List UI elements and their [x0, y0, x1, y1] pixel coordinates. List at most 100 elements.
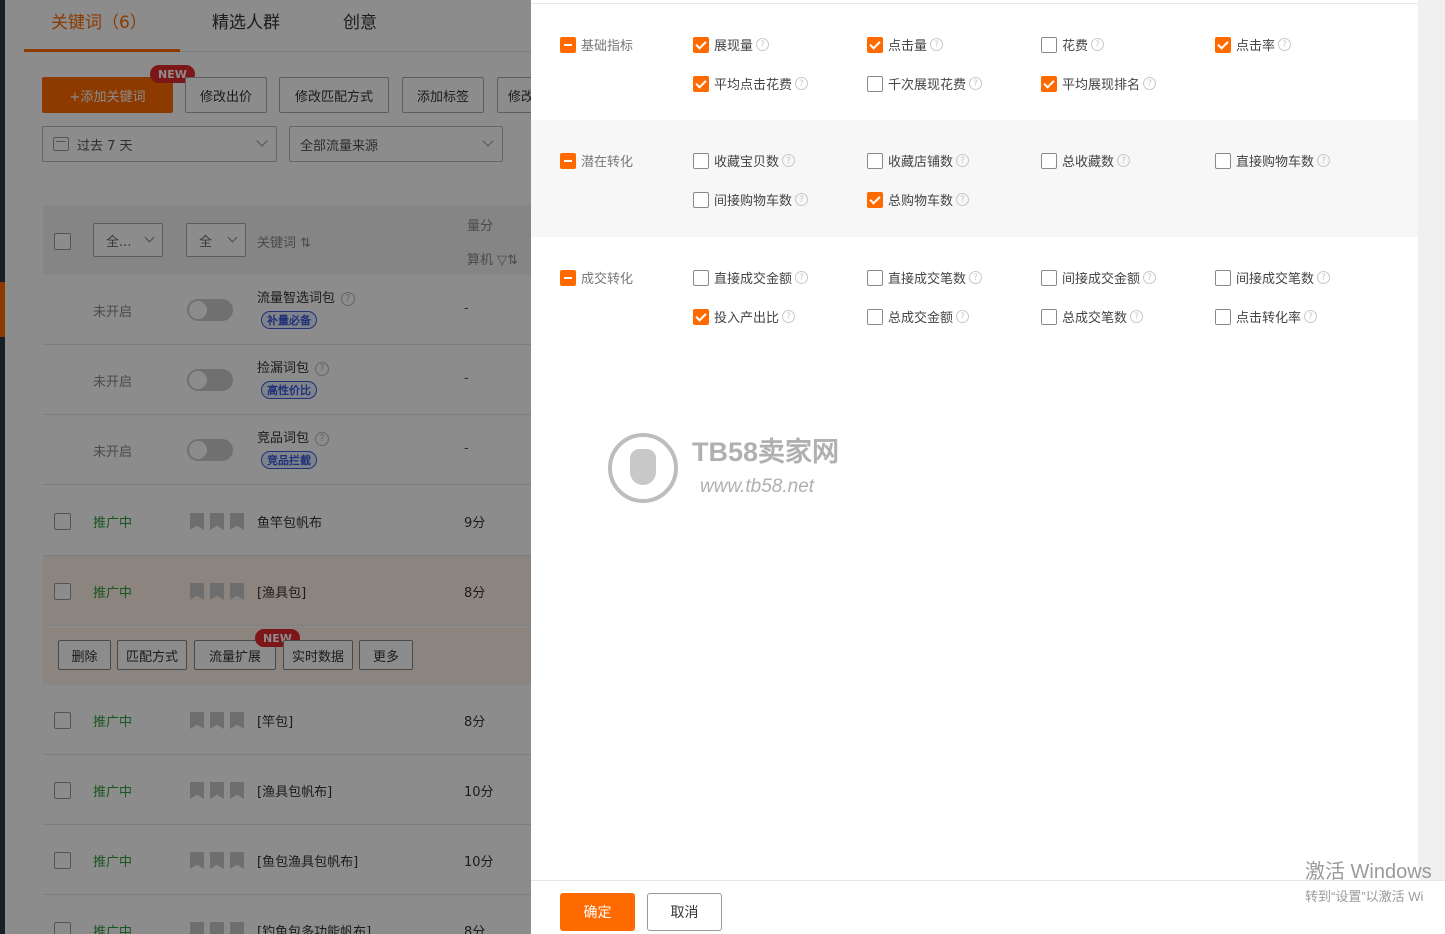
checkbox[interactable] — [1041, 152, 1057, 169]
option-direct-deal-count[interactable]: 直接成交笔数? — [867, 268, 983, 287]
option-label: 点击转化率 — [1236, 311, 1302, 326]
option-label: 直接成交金额 — [714, 272, 793, 287]
option-label: 总成交笔数 — [1062, 311, 1128, 326]
checkbox[interactable] — [693, 308, 709, 325]
checkbox[interactable] — [693, 75, 709, 92]
option-item-favorites[interactable]: 收藏宝贝数? — [693, 151, 796, 170]
option-total-favorites[interactable]: 总收藏数? — [1041, 151, 1131, 170]
section-toggle-deal[interactable]: 成交转化 — [560, 268, 633, 287]
section-toggle-basic[interactable]: 基础指标 — [560, 35, 633, 54]
option-label: 总购物车数 — [888, 194, 954, 209]
help-icon[interactable]: ? — [795, 77, 809, 90]
option-label: 间接成交笔数 — [1236, 272, 1315, 287]
help-icon[interactable]: ? — [969, 271, 983, 284]
section-toggle-potential[interactable]: 潜在转化 — [560, 151, 633, 170]
option-total-deal-amount[interactable]: 总成交金额? — [867, 307, 970, 326]
checkbox[interactable] — [867, 36, 883, 53]
option-label: 总成交金额 — [888, 311, 954, 326]
help-icon[interactable]: ? — [1117, 154, 1131, 167]
checkbox[interactable] — [1215, 36, 1231, 53]
help-icon[interactable]: ? — [1304, 310, 1318, 323]
checkbox[interactable] — [1041, 36, 1057, 53]
help-icon[interactable]: ? — [930, 38, 944, 51]
option-label: 间接购物车数 — [714, 194, 793, 209]
option-avg-cpc[interactable]: 平均点击花费? — [693, 74, 809, 93]
option-clicks[interactable]: 点击量? — [867, 35, 944, 54]
option-ctr[interactable]: 点击率? — [1215, 35, 1292, 54]
option-avg-rank[interactable]: 平均展现排名? — [1041, 74, 1157, 93]
help-icon[interactable]: ? — [1143, 77, 1157, 90]
cancel-button[interactable]: 取消 — [647, 893, 722, 931]
indeterminate-checkbox-icon[interactable] — [560, 36, 576, 53]
help-icon[interactable]: ? — [956, 193, 970, 206]
option-indirect-deal-amount[interactable]: 间接成交金额? — [1041, 268, 1157, 287]
checkbox[interactable] — [1041, 308, 1057, 325]
indeterminate-checkbox-icon[interactable] — [560, 269, 576, 286]
option-roi[interactable]: 投入产出比? — [693, 307, 796, 326]
option-total-deal-count[interactable]: 总成交笔数? — [1041, 307, 1144, 326]
help-icon[interactable]: ? — [1278, 38, 1292, 51]
section-deal-conversion: 成交转化 直接成交金额? 直接成交笔数? 间接成交金额? 间接成交笔数? 投入产… — [531, 237, 1418, 353]
option-shop-favorites[interactable]: 收藏店铺数? — [867, 151, 970, 170]
option-direct-cart[interactable]: 直接购物车数? — [1215, 151, 1331, 170]
help-icon[interactable]: ? — [1130, 310, 1144, 323]
help-icon[interactable]: ? — [1143, 271, 1157, 284]
option-label: 直接成交笔数 — [888, 272, 967, 287]
option-cost[interactable]: 花费? — [1041, 35, 1105, 54]
checkbox[interactable] — [693, 152, 709, 169]
panel-scrollbar[interactable] — [1418, 0, 1445, 880]
option-label: 直接购物车数 — [1236, 155, 1315, 170]
option-label: 花费 — [1062, 39, 1089, 54]
checkbox[interactable] — [1215, 152, 1231, 169]
checkbox[interactable] — [1041, 75, 1057, 92]
option-label: 平均展现排名 — [1062, 78, 1141, 93]
option-label: 展现量 — [714, 39, 754, 54]
option-label: 收藏宝贝数 — [714, 155, 780, 170]
windows-activation-notice: 激活 Windows 转到“设置”以激活 Wi — [1305, 855, 1432, 905]
checkbox[interactable] — [693, 269, 709, 286]
watermark: TB58卖家网 www.tb58.net — [608, 430, 858, 510]
option-impressions[interactable]: 展现量? — [693, 35, 770, 54]
option-label: 平均点击花费 — [714, 78, 793, 93]
section-basic-metrics: 基础指标 展现量? 点击量? 花费? 点击率? 平均点击花费? 千次展现花费? … — [531, 4, 1418, 120]
help-icon[interactable]: ? — [1317, 271, 1331, 284]
help-icon[interactable]: ? — [756, 38, 770, 51]
option-cpm[interactable]: 千次展现花费? — [867, 74, 983, 93]
checkbox[interactable] — [867, 269, 883, 286]
confirm-button[interactable]: 确定 — [560, 893, 635, 931]
help-icon[interactable]: ? — [782, 310, 796, 323]
help-icon[interactable]: ? — [795, 271, 809, 284]
help-icon[interactable]: ? — [969, 77, 983, 90]
section-potential-conversion: 潜在转化 收藏宝贝数? 收藏店铺数? 总收藏数? 直接购物车数? 间接购物车数?… — [531, 120, 1418, 237]
checkbox[interactable] — [1041, 269, 1057, 286]
checkbox[interactable] — [867, 191, 883, 208]
modal-backdrop[interactable] — [0, 0, 531, 934]
option-label: 点击率 — [1236, 39, 1276, 54]
help-icon[interactable]: ? — [782, 154, 796, 167]
help-icon[interactable]: ? — [956, 310, 970, 323]
checkbox[interactable] — [867, 152, 883, 169]
help-icon[interactable]: ? — [1091, 38, 1105, 51]
help-icon[interactable]: ? — [795, 193, 809, 206]
help-icon[interactable]: ? — [1317, 154, 1331, 167]
hand-logo-icon — [608, 433, 678, 503]
help-icon[interactable]: ? — [956, 154, 970, 167]
option-indirect-deal-count[interactable]: 间接成交笔数? — [1215, 268, 1331, 287]
option-click-conversion-rate[interactable]: 点击转化率? — [1215, 307, 1318, 326]
background-page: 关键词（6） 精选人群 创意 +添加关键词 NEW 修改出价 修改匹配方式 添加… — [0, 0, 531, 934]
option-label: 点击量 — [888, 39, 928, 54]
indeterminate-checkbox-icon[interactable] — [560, 152, 576, 169]
section-title: 潜在转化 — [581, 155, 634, 170]
checkbox[interactable] — [867, 308, 883, 325]
checkbox[interactable] — [693, 36, 709, 53]
option-indirect-cart[interactable]: 间接购物车数? — [693, 190, 809, 209]
option-direct-deal-amount[interactable]: 直接成交金额? — [693, 268, 809, 287]
checkbox[interactable] — [1215, 308, 1231, 325]
checkbox[interactable] — [867, 75, 883, 92]
option-total-cart[interactable]: 总购物车数? — [867, 190, 970, 209]
section-title: 基础指标 — [581, 39, 634, 54]
checkbox[interactable] — [1215, 269, 1231, 286]
section-title: 成交转化 — [581, 272, 634, 287]
activation-title: 激活 Windows — [1305, 861, 1432, 883]
checkbox[interactable] — [693, 191, 709, 208]
